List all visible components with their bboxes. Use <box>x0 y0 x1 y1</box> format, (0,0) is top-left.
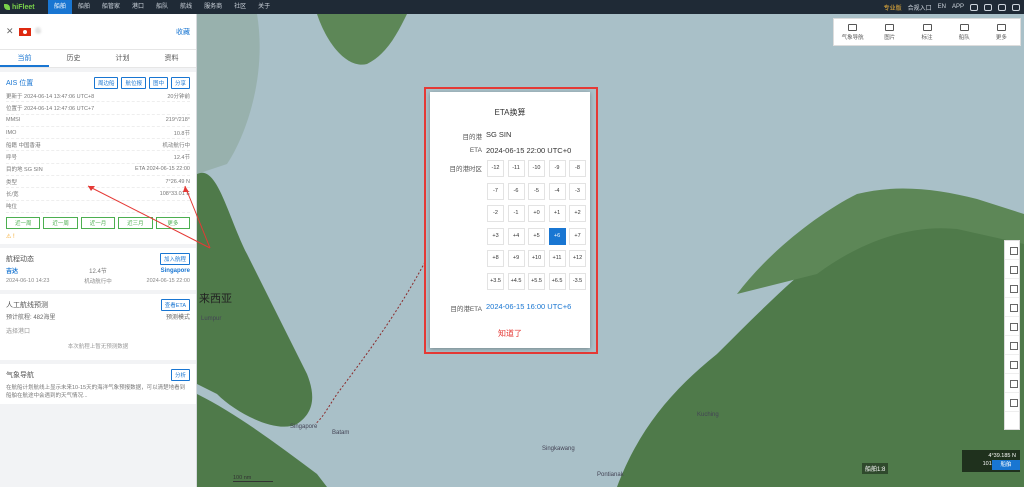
dest-value: SG SIN <box>486 130 512 139</box>
timezone-option[interactable]: -2 <box>487 205 504 222</box>
eta-convert-dialog: ETA换算 目的港 SG SIN ETA 2024-06-15 22:00 UT… <box>430 92 590 348</box>
result-value: 2024-06-15 16:00 UTC+6 <box>486 302 572 311</box>
timezone-option[interactable]: +1 <box>548 205 566 222</box>
timezone-option[interactable]: -7 <box>487 182 504 200</box>
timezone-option[interactable]: -3 <box>569 182 586 200</box>
timezone-option[interactable]: +0 <box>528 205 545 222</box>
timezone-option[interactable]: -4 <box>548 182 566 200</box>
timezone-option[interactable]: -3.5 <box>569 272 586 290</box>
timezone-option[interactable]: +12 <box>569 250 586 267</box>
timezone-option[interactable]: +5.5 <box>528 272 545 290</box>
eta-label: ETA <box>469 147 482 154</box>
timezone-option[interactable]: -5 <box>528 182 545 200</box>
timezone-option[interactable]: +5 <box>528 227 545 245</box>
timezone-option[interactable]: +4 <box>507 227 525 245</box>
timezone-option[interactable]: +6.5 <box>548 272 566 290</box>
timezone-option[interactable]: +6 <box>548 227 566 245</box>
timezone-option[interactable]: +9 <box>507 250 525 267</box>
timezone-option[interactable]: +7 <box>569 227 586 245</box>
dest-label: 目的港 <box>462 134 483 141</box>
timezone-option[interactable]: +11 <box>548 250 566 267</box>
timezone-option[interactable]: -6 <box>507 182 525 200</box>
timezone-option[interactable]: -9 <box>548 160 566 177</box>
timezone-option[interactable]: -12 <box>487 160 504 177</box>
timezone-option[interactable]: +2 <box>569 205 586 222</box>
timezone-option[interactable]: -11 <box>507 160 525 177</box>
eta-value-dialog: 2024-06-15 22:00 UTC+0 <box>486 146 572 155</box>
timezone-option[interactable]: +4.5 <box>507 272 525 290</box>
result-label: 目的港ETA <box>450 306 482 313</box>
timezone-option[interactable]: +8 <box>487 250 504 267</box>
timezone-option[interactable]: -1 <box>507 205 525 222</box>
timezone-option[interactable]: -10 <box>528 160 545 177</box>
timezone-label: 目的港时区 <box>449 166 483 173</box>
timezone-option[interactable]: +3 <box>487 227 504 245</box>
ok-button[interactable]: 知道了 <box>430 328 590 339</box>
timezone-option[interactable]: +10 <box>528 250 545 267</box>
timezone-option[interactable]: -8 <box>569 160 586 177</box>
timezone-option[interactable]: +3.5 <box>487 272 504 290</box>
dialog-title: ETA换算 <box>494 108 526 117</box>
